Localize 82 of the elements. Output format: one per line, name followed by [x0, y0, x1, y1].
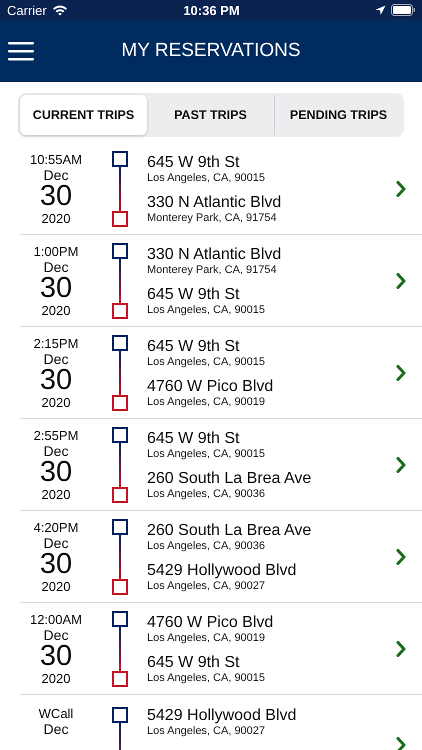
city-line: Los Angeles, CA, 90015 [147, 672, 266, 684]
date-day: 30 [40, 458, 72, 487]
date-month: Dec [44, 536, 68, 550]
street-address: 330 N Atlantic Blvd [147, 194, 282, 212]
date-month: Dec [44, 628, 68, 642]
date-year: 2020 [42, 304, 70, 317]
street-address: 645 W 9th St [147, 154, 240, 172]
street-address: 330 N Atlantic Blvd [147, 246, 282, 264]
city-line: Los Angeles, CA, 90036 [147, 540, 266, 552]
wifi-icon [52, 4, 68, 16]
date-day: 30 [40, 274, 72, 303]
route-icon [112, 427, 128, 503]
pickup-time: 2:15PM [34, 337, 78, 350]
street-address: 260 South La Brea Ave [147, 470, 312, 488]
trip-row[interactable]: 12:00AM Dec 30 2020 4760 W Pico Blvd Los Angeles, CA, 90019 645 W 9th St Los Angeles, CA, 90015 [0, 603, 422, 695]
pickup-time: WCall [38, 707, 74, 720]
city-line: Los Angeles, CA, 90027 [147, 725, 266, 738]
street-address: 5429 Hollywood Blvd [147, 562, 298, 580]
city-line: Monterey Park, CA, 91754 [147, 212, 278, 224]
date-year: 2020 [42, 212, 70, 225]
city-line: Los Angeles, CA, 90036 [147, 488, 266, 500]
city-line: Los Angeles, CA, 90015 [147, 448, 266, 460]
city-line: Los Angeles, CA, 90015 [147, 356, 266, 368]
city-line: Los Angeles, CA, 90015 [147, 304, 266, 316]
street-address: 645 W 9th St [147, 430, 240, 448]
chevron-right-icon [396, 641, 406, 657]
pickup-time: 2:55PM [34, 429, 78, 442]
trip-row[interactable]: 10:55AM Dec 30 2020 645 W 9th St Los Angeles, CA, 90015 330 N Atlantic Blvd Monterey Park, CA, 91754 [0, 143, 422, 235]
chevron-right-icon [396, 365, 406, 381]
date-day: 30 [40, 182, 72, 211]
location-arrow-icon [375, 4, 386, 16]
page-title: MY RESERVATIONS [120, 40, 302, 62]
pickup-time: 1:00PM [34, 245, 78, 258]
trip-tab[interactable]: PENDING TRIPS [274, 95, 402, 135]
date-year: 2020 [42, 488, 70, 501]
pickup-time: 4:20PM [34, 521, 78, 534]
street-address: 645 W 9th St [147, 654, 240, 672]
clock-time: 10:36 PM [183, 2, 240, 18]
trip-tab[interactable]: PAST TRIPS [147, 95, 274, 135]
menu-button[interactable] [8, 41, 34, 61]
street-address: 645 W 9th St [147, 286, 240, 304]
street-address: 4760 W Pico Blvd [147, 378, 274, 396]
carrier-label: Carrier [7, 2, 47, 18]
trip-row[interactable]: 2:55PM Dec 30 2020 645 W 9th St Los Angeles, CA, 90015 260 South La Brea Ave Los Angeles, CA, 90036 [0, 419, 422, 511]
menu-icon [8, 41, 34, 61]
street-address: 645 W 9th St [147, 338, 240, 356]
date-day: 30 [40, 550, 72, 579]
chevron-right-icon [396, 181, 406, 197]
city-line: Los Angeles, CA, 90019 [147, 396, 266, 408]
route-icon [112, 611, 128, 687]
street-address: 260 South La Brea Ave [147, 522, 312, 540]
date-day: 30 [40, 366, 72, 395]
trip-row[interactable]: 4:20PM Dec 30 2020 260 South La Brea Ave Los Angeles, CA, 90036 5429 Hollywood Blvd Los Angeles, CA, 90027 [0, 511, 422, 603]
battery-icon [391, 4, 416, 16]
date-month: Dec [44, 352, 68, 366]
city-line: Los Angeles, CA, 90015 [147, 172, 266, 184]
route-icon [112, 519, 128, 595]
route-icon [112, 151, 128, 227]
route-icon [112, 335, 128, 411]
trip-row[interactable]: 2:15PM Dec 30 2020 645 W 9th St Los Angeles, CA, 90015 4760 W Pico Blvd Los Angeles, CA, 90019 [0, 327, 422, 419]
date-month: Dec [44, 722, 68, 736]
trip-row[interactable]: 1:00PM Dec 30 2020 330 N Atlantic Blvd Monterey Park, CA, 91754 645 W 9th St Los Angeles, CA, 90015 [0, 235, 422, 327]
date-month: Dec [44, 260, 68, 274]
chevron-right-icon [396, 273, 406, 289]
date-month: Dec [44, 444, 68, 458]
city-line: Monterey Park, CA, 91754 [147, 264, 278, 276]
chevron-right-icon [396, 737, 406, 750]
date-year: 2020 [42, 672, 70, 685]
date-year: 2020 [42, 580, 70, 593]
route-icon [112, 243, 128, 319]
pickup-time: 10:55AM [30, 153, 82, 166]
street-address: 5429 Hollywood Blvd [147, 707, 298, 725]
trip-tab[interactable]: CURRENT TRIPS [20, 95, 147, 135]
chevron-right-icon [396, 549, 406, 565]
street-address: 4760 W Pico Blvd [147, 614, 274, 632]
date-month: Dec [44, 168, 68, 182]
city-line: Los Angeles, CA, 90027 [147, 580, 266, 592]
chevron-right-icon [396, 457, 406, 473]
date-day: 30 [40, 642, 72, 671]
pickup-time: 12:00AM [30, 613, 82, 626]
date-year: 2020 [42, 396, 70, 409]
city-line: Los Angeles, CA, 90019 [147, 632, 266, 644]
